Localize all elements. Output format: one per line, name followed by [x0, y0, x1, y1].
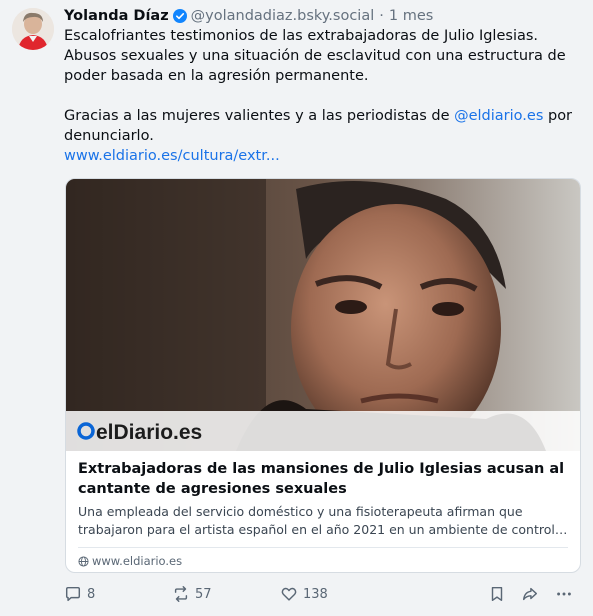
- repost-button[interactable]: 57: [172, 582, 212, 606]
- like-icon: [281, 587, 297, 601]
- author-name[interactable]: Yolanda Díaz: [64, 6, 169, 26]
- card-description-line-1: Una empleada del servicio doméstico y un…: [78, 504, 523, 519]
- reply-button[interactable]: 8: [64, 582, 95, 606]
- author-handle[interactable]: @yolandadiaz.bsky.social: [191, 6, 375, 26]
- card-image-logo: elDiario.es: [96, 421, 202, 444]
- like-count: 138: [303, 586, 328, 602]
- post-header: Yolanda Díaz @yolandadiaz.bsky.social · …: [64, 6, 580, 26]
- separator-dot: ·: [379, 8, 384, 24]
- card-domain-row: www.eldiario.es: [78, 547, 568, 568]
- share-button[interactable]: [521, 582, 539, 606]
- card-title[interactable]: Extrabajadoras de las mansiones de Julio…: [78, 459, 568, 499]
- card-domain: www.eldiario.es: [92, 554, 183, 568]
- card-image[interactable]: elDiario.es: [66, 179, 580, 451]
- bookmark-button[interactable]: [488, 582, 506, 606]
- like-button[interactable]: 138: [280, 582, 328, 606]
- more-options-button[interactable]: [555, 582, 573, 606]
- post-paragraph-1: Escalofriantes testimonios de las extrab…: [64, 28, 566, 84]
- post-actions: 8 57 138: [64, 582, 580, 606]
- repost-count: 57: [195, 586, 212, 602]
- article-link[interactable]: www.eldiario.es/cultura/extr...: [64, 148, 280, 164]
- verified-badge-icon: [172, 9, 187, 23]
- mention-link[interactable]: @eldiario.es: [454, 108, 543, 124]
- post-paragraph-2: Gracias a las mujeres valientes y a las …: [64, 106, 580, 146]
- more-icon: [557, 592, 571, 596]
- share-icon: [522, 587, 538, 601]
- post-text: Escalofriantes testimonios de las extrab…: [64, 26, 580, 166]
- link-preview-card[interactable]: elDiario.es Extrabajadoras de las mansio…: [65, 178, 581, 573]
- card-body: Extrabajadoras de las mansiones de Julio…: [66, 451, 580, 568]
- globe-icon: [78, 555, 89, 567]
- reply-icon: [65, 586, 81, 602]
- post-paragraph-2-text: Gracias a las mujeres valientes y a las …: [64, 108, 455, 124]
- post-content: Yolanda Díaz @yolandadiaz.bsky.social · …: [64, 6, 580, 166]
- post-timestamp[interactable]: 1 mes: [389, 6, 433, 26]
- bookmark-icon: [491, 586, 503, 602]
- reply-count: 8: [87, 586, 96, 602]
- card-description: Una empleada del servicio doméstico y un…: [78, 503, 568, 539]
- repost-icon: [174, 586, 188, 602]
- card-description-line-2: trabajaron para el artista español en el…: [78, 522, 568, 537]
- post: Yolanda Díaz @yolandadiaz.bsky.social · …: [0, 0, 593, 616]
- author-avatar[interactable]: [12, 8, 54, 50]
